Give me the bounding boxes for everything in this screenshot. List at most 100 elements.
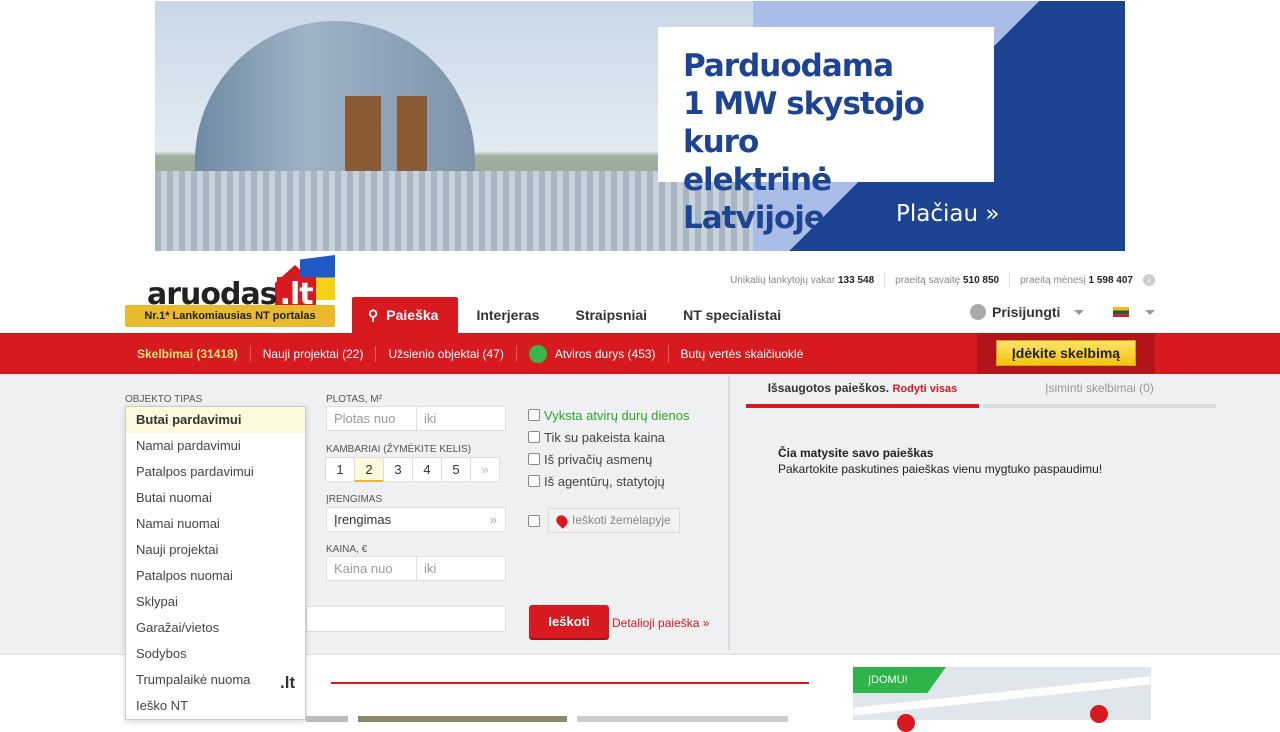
check-agencies[interactable]: Iš agentūrų, statytojų: [528, 470, 689, 492]
map-pin-icon[interactable]: [897, 714, 915, 732]
search-icon: ⚲: [368, 307, 379, 323]
tab-remembered-listings[interactable]: Įsiminti skelbimai (0): [983, 374, 1216, 408]
saved-msg-text: Pakartokite paskutines paieškas vienu my…: [778, 462, 1103, 476]
option-houses-rent[interactable]: Namai nuomai: [126, 511, 305, 537]
check-label: Tik su pakeista kaina: [544, 429, 665, 445]
checkbox[interactable]: [528, 431, 540, 443]
logo-tagline: Nr.1* Lankomiausias NT portalas: [125, 305, 335, 327]
check-price-changed[interactable]: Tik su pakeista kaina: [528, 426, 689, 448]
map-search-label: Ieškoti žemėlapyje: [572, 513, 671, 527]
login-menu[interactable]: Prisijungti: [970, 304, 1085, 320]
main-nav: ⚲ Paieška Interjeras Straipsniai NT speci…: [352, 297, 799, 333]
chevron-down-icon: [1074, 309, 1085, 315]
price-from-input[interactable]: Kaina nuo: [326, 556, 417, 581]
option-premises-rent[interactable]: Patalpos nuomai: [126, 563, 305, 589]
thumbnail[interactable]: [577, 716, 788, 722]
option-premises-sale[interactable]: Patalpos pardavimui: [126, 459, 305, 485]
option-seeking[interactable]: Ieško NT: [126, 693, 305, 719]
checkbox[interactable]: [528, 453, 540, 465]
option-homesteads[interactable]: Sodybos: [126, 641, 305, 667]
cat-foreign[interactable]: Užsienio objektai (47): [376, 345, 517, 362]
tab-articles[interactable]: Straipsniai: [557, 297, 665, 333]
tab-label: Paieška: [386, 307, 439, 323]
banner-headline-line: 1 MW skystojo kuro: [683, 86, 925, 160]
check-label: Vyksta atvirų durų dienos: [544, 407, 690, 423]
stat-label: praeitą mėnesį: [1020, 274, 1086, 286]
object-type-label: OBJEKTO TIPAS: [125, 394, 203, 405]
area-from-input[interactable]: Plotas nuo: [326, 406, 417, 431]
room-3[interactable]: 3: [383, 457, 413, 482]
price-label: KAINA, €: [326, 544, 368, 555]
map-pin-icon: [554, 512, 570, 529]
equipment-value: Įrengimas: [334, 512, 392, 527]
room-1[interactable]: 1: [325, 457, 355, 482]
option-short-term-rent[interactable]: Trumpalaikė nuoma: [126, 667, 305, 693]
stat-label: Unikalių lankytojų vakar: [730, 274, 836, 286]
rooms-label: KAMBARIAI (ŽYMĖKITE KELIS): [326, 444, 472, 455]
check-open-doors[interactable]: Vyksta atvirų durų dienos: [528, 404, 689, 426]
ad-banner[interactable]: Parduodama 1 MW skystojo kuro elektrinė …: [155, 1, 1125, 251]
detailed-search-link[interactable]: Detalioji paieška »: [612, 616, 709, 630]
cat-value-calculator[interactable]: Butų vertės skaičiuoklė: [669, 346, 816, 362]
stat-month: praeitą mėnesį 1 598 407: [1020, 275, 1133, 286]
search-button[interactable]: Ieškoti: [529, 605, 609, 638]
divider: [1009, 273, 1011, 287]
section-title: .lt: [280, 673, 296, 692]
map-search: Ieškoti žemėlapyje: [528, 508, 680, 533]
door-icon: [528, 344, 547, 363]
tab-label: Išsaugotos paieškos.: [767, 381, 890, 395]
banner-more-link[interactable]: Plačiau »: [896, 201, 999, 227]
option-apartments-sale[interactable]: Butai pardavimui: [126, 407, 305, 433]
check-label: Iš privačių asmenų: [544, 451, 653, 467]
divider: [728, 376, 730, 650]
checkbox[interactable]: [528, 409, 540, 421]
thumbnail[interactable]: [358, 716, 567, 722]
cat-open-doors[interactable]: Atviros durys (453): [517, 344, 669, 363]
banner-headline-line: Parduodama: [683, 48, 894, 84]
map-pin-icon[interactable]: [1090, 705, 1108, 723]
info-icon[interactable]: i: [1143, 274, 1155, 286]
room-2[interactable]: 2: [354, 457, 384, 482]
cat-open-doors-label: Atviros durys (453): [554, 346, 656, 361]
cat-new-projects[interactable]: Nauji projektai (22): [251, 345, 377, 362]
tab-search[interactable]: ⚲ Paieška: [352, 297, 459, 333]
room-more[interactable]: »: [470, 457, 500, 482]
post-ad-button[interactable]: Įdėkite skelbimą: [996, 340, 1136, 366]
show-all-link[interactable]: Rodyti visas: [892, 383, 957, 395]
tab-saved-searches[interactable]: Išsaugotos paieškos. Rodyti visas: [746, 374, 979, 408]
tab-interior[interactable]: Interjeras: [458, 297, 557, 333]
tab-specialists[interactable]: NT specialistai: [665, 297, 799, 333]
equipment-select[interactable]: Įrengimas »: [326, 507, 506, 532]
chevron-right-icon: »: [489, 512, 497, 527]
room-5[interactable]: 5: [441, 457, 471, 482]
area-to-input[interactable]: iki: [416, 406, 506, 431]
language-selector[interactable]: [1113, 307, 1155, 317]
option-garages[interactable]: Garažai/vietos: [126, 615, 305, 641]
site-logo[interactable]: aruodas .lt Nr.1* Lankomiausias NT portal…: [125, 255, 340, 330]
address-input[interactable]: [306, 606, 506, 632]
stat-yesterday: Unikalių lankytojų vakar 133 548: [730, 275, 874, 286]
lithuania-flag-icon: [1113, 307, 1129, 317]
price-to-input[interactable]: iki: [416, 556, 506, 581]
option-houses-sale[interactable]: Namai pardavimui: [126, 433, 305, 459]
option-new-projects[interactable]: Nauji projektai: [126, 537, 305, 563]
filter-checks: Vyksta atvirų durų dienos Tik su pakeist…: [528, 404, 689, 492]
stat-label: praeitą savaitę: [895, 274, 961, 286]
checkbox[interactable]: [528, 475, 540, 487]
banner-door: [345, 96, 381, 176]
check-private[interactable]: Iš privačių asmenų: [528, 448, 689, 470]
object-type-dropdown: Butai pardavimui Namai pardavimui Patalp…: [125, 406, 306, 720]
section-underline: [331, 682, 809, 684]
rooms-selector: 1 2 3 4 5 »: [325, 457, 500, 482]
banner-door: [397, 96, 427, 176]
thumbnail[interactable]: [306, 716, 348, 722]
visitor-stats: Unikalių lankytojų vakar 133 548 praeitą…: [730, 273, 1155, 287]
map-search-button[interactable]: Ieškoti žemėlapyje: [548, 508, 680, 533]
stat-value: 510 850: [962, 274, 1000, 286]
map-checkbox[interactable]: [528, 514, 540, 527]
check-label: Iš agentūrų, statytojų: [544, 473, 665, 489]
option-apartments-rent[interactable]: Butai nuomai: [126, 485, 305, 511]
option-plots[interactable]: Sklypai: [126, 589, 305, 615]
cat-listings[interactable]: Skelbimai (31418): [125, 345, 251, 362]
room-4[interactable]: 4: [412, 457, 442, 482]
